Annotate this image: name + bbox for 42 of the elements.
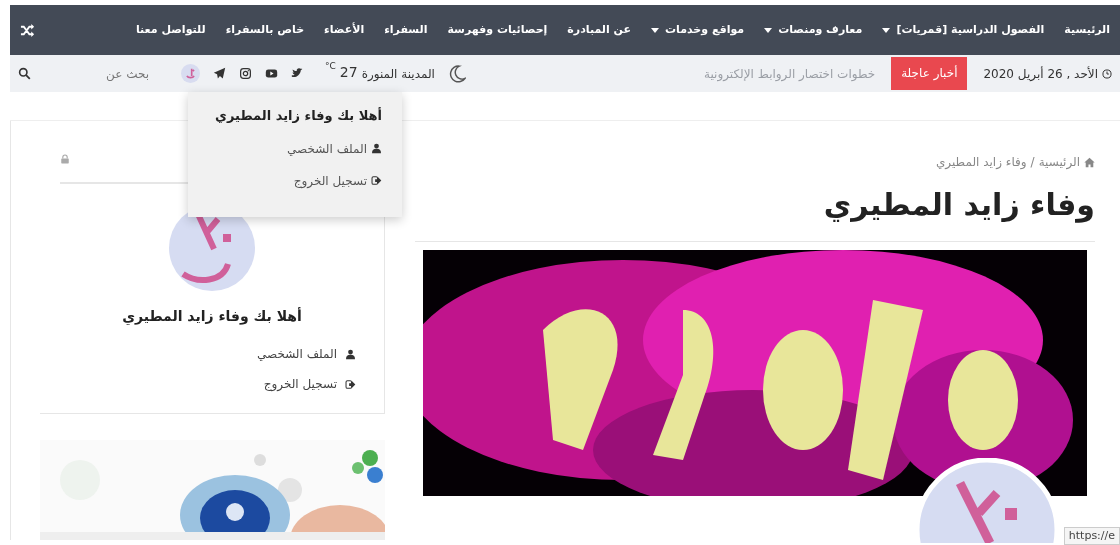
user-icon [371,143,382,154]
breadcrumb-separator: / [1030,154,1035,171]
welcome-heading: أهلا بك وفاء زايد المطيري [121,306,303,327]
nav-link[interactable]: الفصول الدراسية [قمريات] [882,21,1045,39]
breadcrumb-current: وفاء زايد المطيري [935,154,1027,171]
breaking-news-label: أخبار عاجلة [891,57,968,90]
video-play-icon[interactable] [265,67,278,80]
nav-link[interactable]: خاص بالسفراء [225,21,305,39]
nav-link[interactable]: السفراء [384,21,428,39]
nav-link[interactable]: عن المبادرة [567,21,631,39]
weather-city: المدينة المنورة [361,65,435,83]
dropdown-heading: أهلا بك وفاء زايد المطيري [214,106,382,125]
temperature-value: 27 [339,64,358,79]
status-link-tooltip: https://e [1063,526,1120,545]
nav-link[interactable]: معارف ومنصات [764,21,863,39]
logout-icon [371,175,382,186]
paper-plane-icon[interactable] [213,67,226,80]
nav-link[interactable]: إحصائيات وفهرسة [447,21,548,39]
home-icon [1084,156,1095,168]
menu-link[interactable]: الملف الشخصي [257,345,356,363]
user-icon [345,348,356,360]
dropdown-item[interactable]: الملف الشخصي [287,139,382,158]
nav-link[interactable]: مواقع وخدمات [651,21,745,39]
search-field[interactable]: بحث عن [31,63,151,84]
logout-icon [345,378,356,390]
dropdown-item[interactable]: تسجيل الخروج [293,171,382,190]
camera-icon[interactable] [239,67,252,80]
twitter-bird-icon[interactable] [291,67,304,80]
lock-icon [60,153,70,164]
date-text: الأحد , 26 أبريل 2020 [983,65,1098,83]
nav-link[interactable]: للتواصل معنا [135,21,206,39]
nav-link[interactable]: الرئيسية [1064,21,1110,39]
breadcrumb-link[interactable]: الرئيسية [1038,153,1080,171]
clock-icon [1102,68,1112,79]
menu-link[interactable]: تسجيل الخروج [263,375,356,393]
nav-link[interactable]: الأعضاء [324,21,365,39]
page-title: وفاء زايد المطيري [415,171,1095,242]
avatar-icon[interactable] [181,64,200,83]
temperature-unit: °C [325,61,336,71]
moon-icon[interactable] [447,64,466,83]
shuffle-icon[interactable] [20,22,35,38]
search-icon[interactable] [18,67,31,80]
